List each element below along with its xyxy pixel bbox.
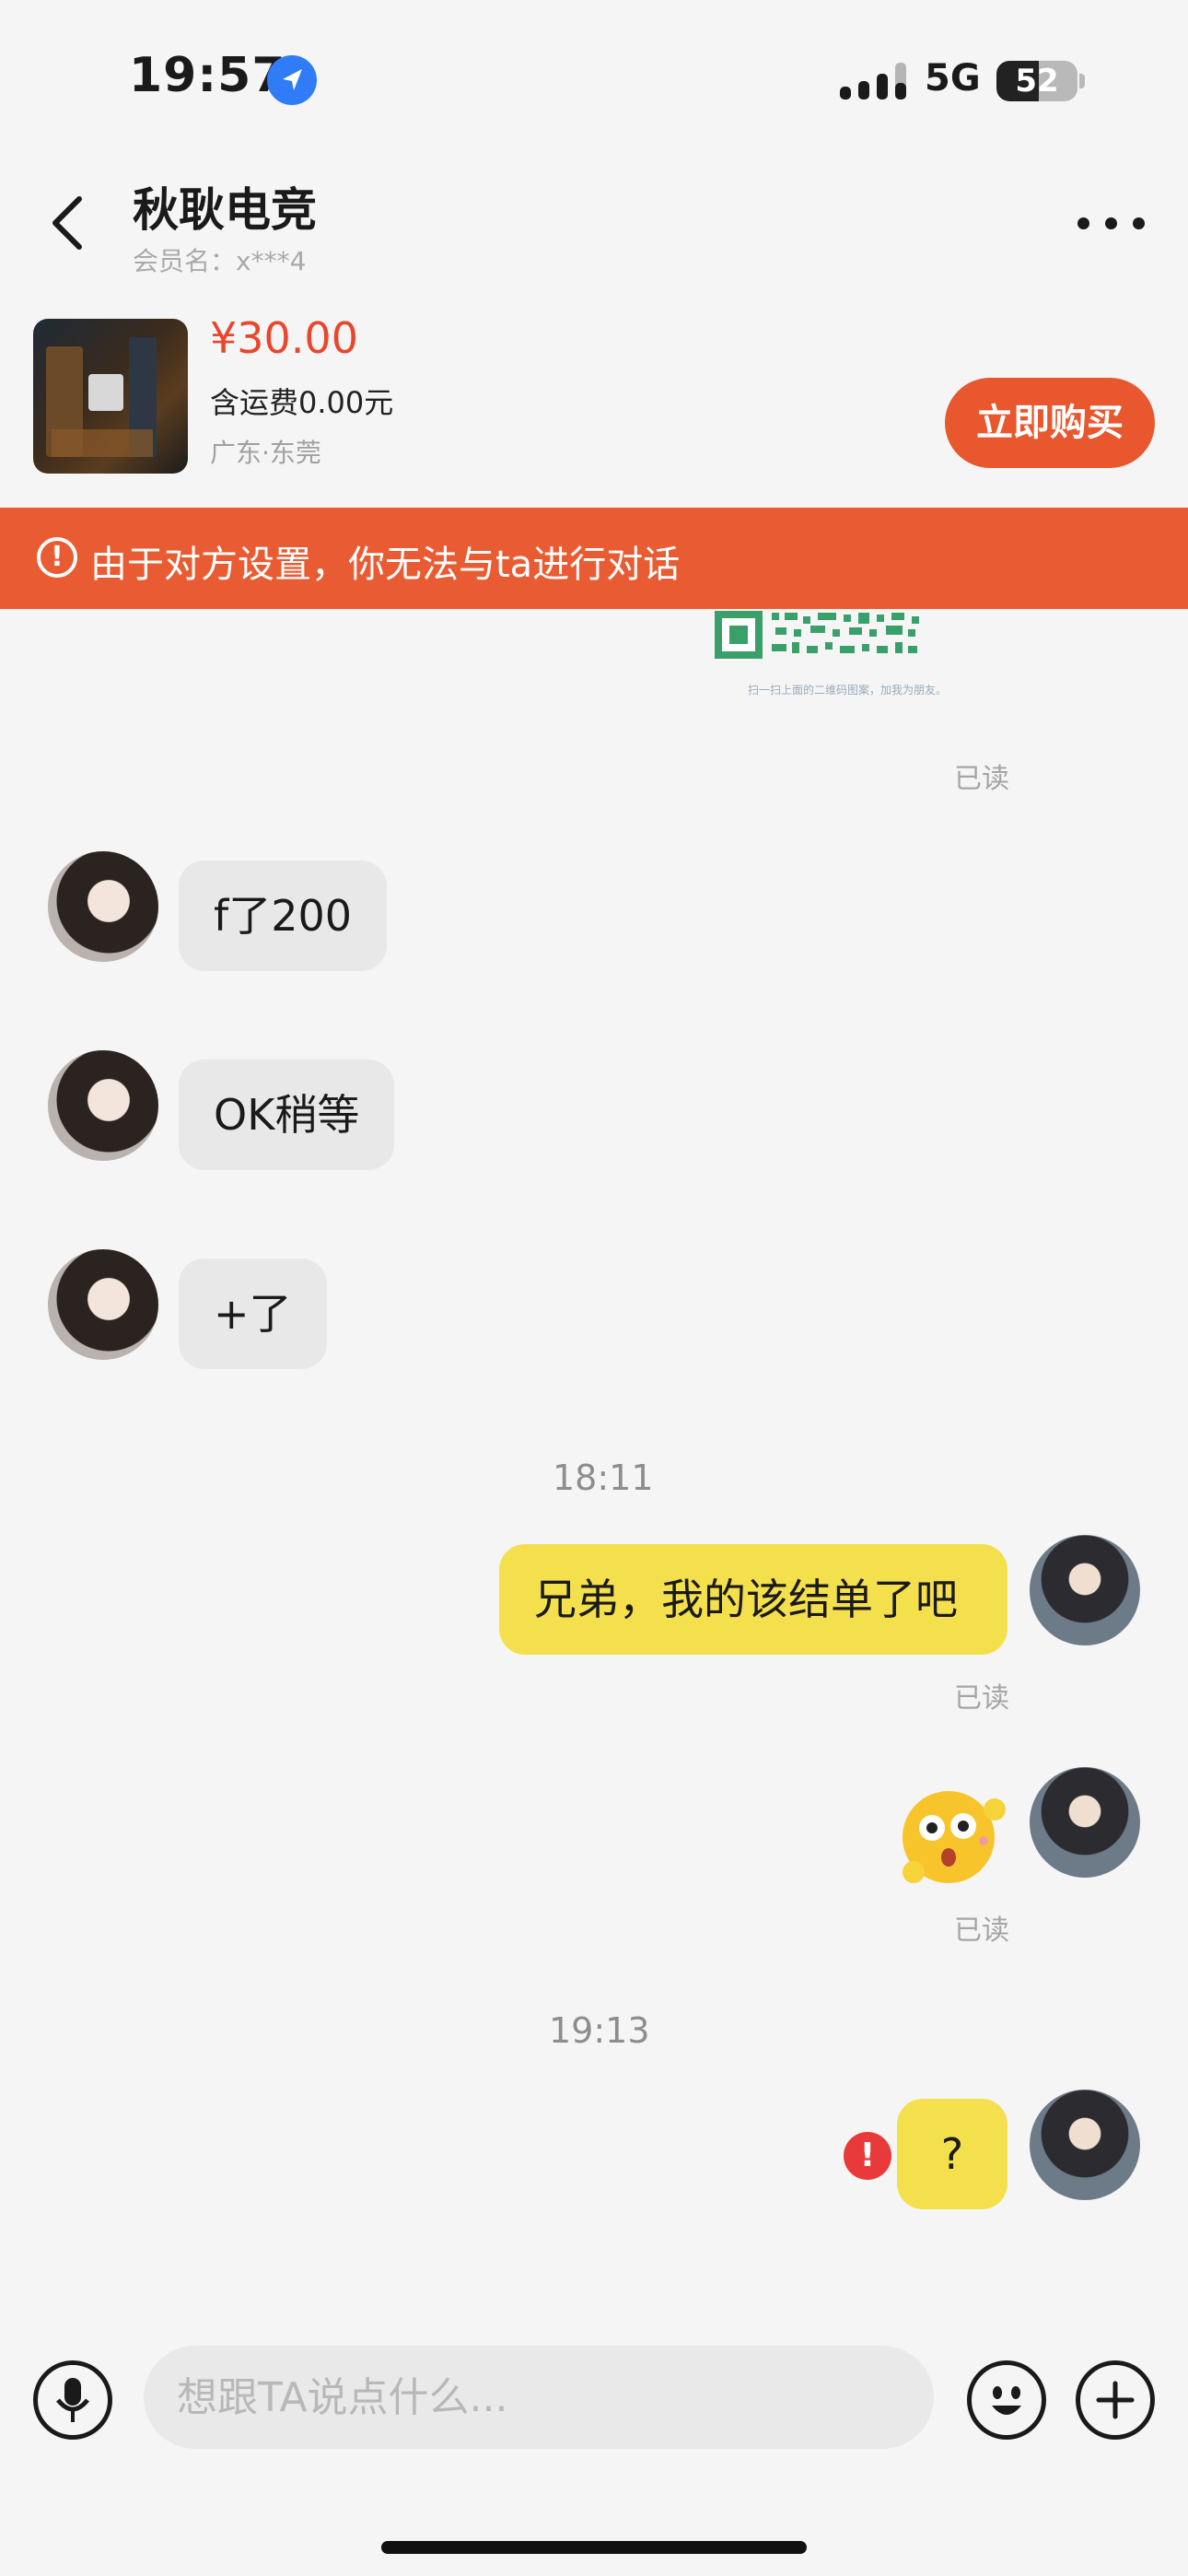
message-bubble-incoming[interactable]: f了200 <box>179 861 387 971</box>
read-receipt: 已读 <box>954 763 1009 795</box>
plus-icon <box>1096 2381 1135 2419</box>
chat-title: 秋耿电竞 <box>133 183 317 237</box>
message-bubble-outgoing[interactable]: ? <box>897 2099 1007 2209</box>
alert-circle-icon: ! <box>37 537 77 578</box>
surprised-face-sticker[interactable] <box>895 1784 1006 1885</box>
message-timestamp: 19:13 <box>549 2010 650 2051</box>
microphone-icon <box>56 2378 89 2422</box>
read-receipt: 已读 <box>954 1914 1009 1947</box>
qr-caption: 扫一扫上面的二维码图案，加我为朋友。 <box>748 684 948 697</box>
signal-icon <box>840 63 906 100</box>
status-time: 19:57 <box>129 48 286 103</box>
product-location: 广东·东莞 <box>210 438 321 468</box>
battery-icon: 52 <box>996 61 1085 101</box>
member-name: 会员名：x***4 <box>133 246 307 276</box>
plus-button[interactable] <box>1076 2360 1155 2440</box>
network-type: 5G <box>925 57 981 100</box>
product-shipping: 含运费0.00元 <box>210 385 394 420</box>
location-arrow-icon <box>267 55 317 105</box>
warning-text: 由于对方设置，你无法与ta进行对话 <box>90 544 681 586</box>
message-bubble-incoming[interactable]: +了 <box>179 1259 327 1369</box>
avatar[interactable] <box>48 1050 158 1161</box>
avatar[interactable] <box>1030 1767 1140 1878</box>
message-bubble-outgoing[interactable]: 兄弟，我的该结单了吧 <box>499 1544 1007 1655</box>
more-options-button[interactable] <box>1077 205 1146 241</box>
back-chevron-icon <box>52 196 82 250</box>
emoji-button[interactable] <box>967 2360 1046 2440</box>
buy-now-button[interactable]: 立即购买 <box>945 378 1155 468</box>
home-indicator <box>381 2541 807 2554</box>
message-input[interactable] <box>144 2346 934 2449</box>
avatar[interactable] <box>48 851 158 962</box>
avatar[interactable] <box>48 1249 158 1360</box>
avatar[interactable] <box>1030 2090 1140 2200</box>
message-timestamp: 18:11 <box>553 1458 654 1498</box>
avatar[interactable] <box>1030 1535 1140 1645</box>
error-icon[interactable]: ! <box>844 2132 891 2180</box>
voice-button[interactable] <box>33 2360 112 2440</box>
product-price: ¥30.00 <box>210 313 358 363</box>
product-image[interactable] <box>33 319 188 474</box>
message-bubble-incoming[interactable]: OK稍等 <box>179 1060 395 1170</box>
emoji-icon <box>992 2386 1021 2415</box>
read-receipt: 已读 <box>954 1682 1009 1715</box>
back-button[interactable] <box>42 190 98 256</box>
battery-percent: 52 <box>1015 63 1059 100</box>
